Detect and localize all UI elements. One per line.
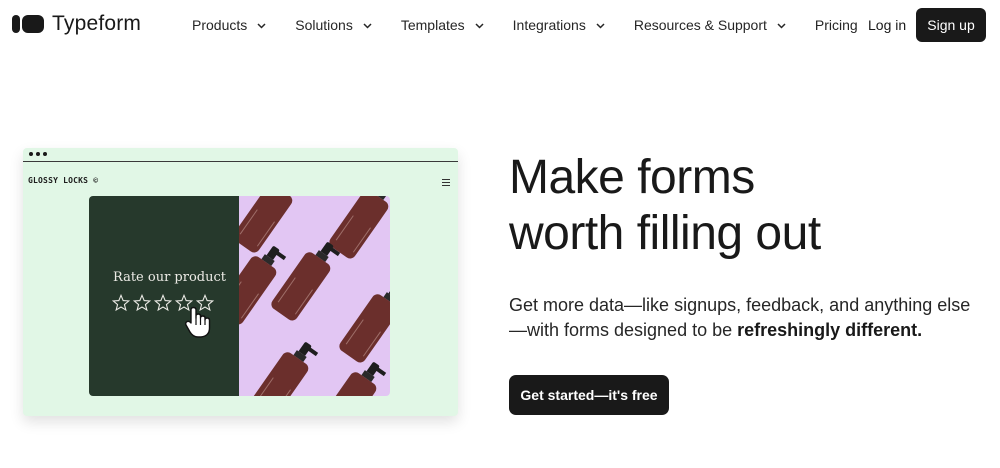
hero-title-line: worth filling out xyxy=(509,207,821,260)
window-dots-icon xyxy=(29,152,47,156)
mockup-brand-name: GLOSSY LOCKS © xyxy=(28,176,99,185)
star-icon xyxy=(112,294,130,312)
nav-item-templates[interactable]: Templates xyxy=(401,16,485,34)
form-preview-mockup: GLOSSY LOCKS © Rate our product xyxy=(23,148,458,416)
hero-title-line: Make forms xyxy=(509,151,755,204)
login-link[interactable]: Log in xyxy=(868,17,906,33)
chevron-down-icon xyxy=(776,20,787,31)
get-started-button[interactable]: Get started—it's free xyxy=(509,375,669,415)
nav-item-resources-support[interactable]: Resources & Support xyxy=(634,16,787,34)
divider xyxy=(23,161,458,162)
main-nav: Products Solutions Templates Integration… xyxy=(192,16,858,34)
hero-subtitle-emphasis: refreshingly different. xyxy=(737,320,923,340)
nav-item-pricing[interactable]: Pricing xyxy=(815,16,858,34)
chevron-down-icon xyxy=(256,20,267,31)
product-image xyxy=(239,196,390,396)
hamburger-menu-icon xyxy=(442,179,450,188)
star-icon xyxy=(154,294,172,312)
rating-prompt: Rate our product xyxy=(113,270,226,285)
nav-item-label: Pricing xyxy=(814,17,858,33)
nav-item-products[interactable]: Products xyxy=(192,16,267,34)
product-bottle-image xyxy=(247,335,321,396)
nav-item-solutions[interactable]: Solutions xyxy=(295,16,373,34)
nav-item-label: Integrations xyxy=(512,17,586,33)
chevron-down-icon xyxy=(595,20,606,31)
pointer-hand-icon xyxy=(185,306,211,338)
product-bottle-image xyxy=(315,355,389,396)
signup-button[interactable]: Sign up xyxy=(916,8,986,42)
nav-item-label: Resources & Support xyxy=(633,17,767,33)
chevron-down-icon xyxy=(474,20,485,31)
typeform-logo-icon xyxy=(12,15,44,33)
product-bottle-image xyxy=(269,235,343,323)
brand-name: Typeform xyxy=(52,12,142,35)
hero-title: Make forms worth filling out xyxy=(509,150,821,262)
product-bottle-image xyxy=(337,277,390,365)
hero-subtitle: Get more data—like signups, feedback, an… xyxy=(509,293,979,343)
rating-panel: Rate our product xyxy=(89,196,239,396)
brand-logo[interactable]: Typeform xyxy=(12,12,141,36)
nav-item-label: Solutions xyxy=(295,17,353,33)
nav-item-integrations[interactable]: Integrations xyxy=(513,16,606,34)
rating-form-card: Rate our product xyxy=(89,196,390,396)
star-icon xyxy=(133,294,151,312)
chevron-down-icon xyxy=(362,20,373,31)
site-header: Typeform Products Solutions Templates In… xyxy=(0,0,1000,50)
nav-item-label: Products xyxy=(192,17,248,33)
nav-item-label: Templates xyxy=(400,17,465,33)
